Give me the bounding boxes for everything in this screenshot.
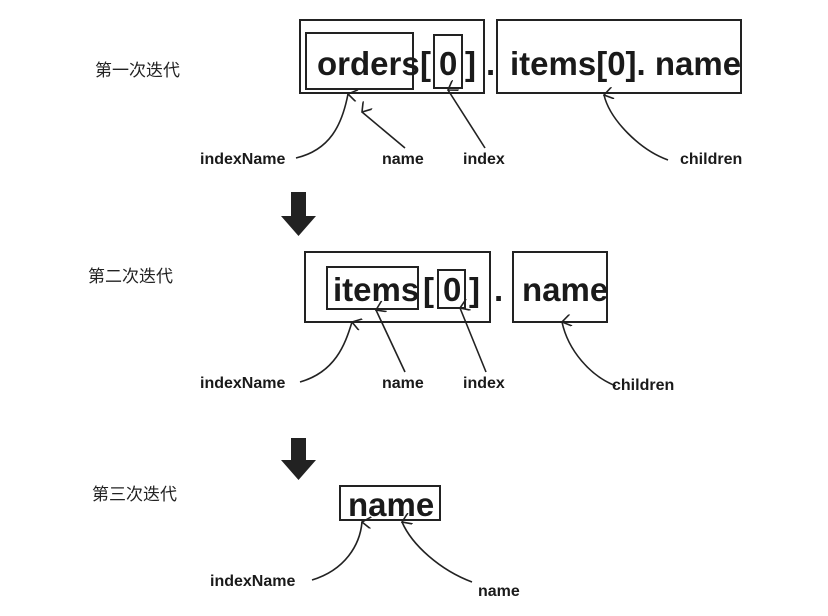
expr-dot: .: [486, 45, 495, 82]
label-children: children: [612, 377, 674, 394]
index-arrow: [460, 308, 487, 373]
expr-open-bracket: [: [423, 271, 434, 308]
iteration-title: 第二次迭代: [88, 267, 173, 287]
label-indexname: indexName: [200, 151, 285, 168]
indexname-arrow: [295, 94, 348, 159]
expr-index: 0: [439, 45, 457, 82]
expr-close-bracket: ]: [465, 45, 476, 82]
down-arrow-icon: [281, 438, 316, 480]
children-arrow: [562, 322, 617, 387]
iteration-2: 第二次迭代 items [ 0 ] . name indexName name …: [88, 251, 674, 394]
iteration-1: 第一次迭代 orders [ 0 ] . items[0]. name inde…: [95, 19, 742, 168]
label-name: name: [382, 151, 424, 168]
label-index: index: [463, 375, 505, 392]
expr-dot: .: [494, 271, 503, 308]
property-tokenizer-diagram: 第一次迭代 orders [ 0 ] . items[0]. name inde…: [88, 19, 742, 600]
indexname-arrow: [311, 522, 362, 581]
name-arrow: [402, 522, 473, 583]
expr-children: items[0]. name: [510, 45, 741, 82]
indexname-arrow: [299, 322, 352, 383]
expr-index: 0: [443, 271, 461, 308]
expr-children: name: [522, 271, 608, 308]
label-indexname: indexName: [210, 573, 295, 590]
label-name: name: [478, 583, 520, 600]
label-children: children: [680, 151, 742, 168]
index-arrow: [448, 90, 486, 149]
label-name: name: [382, 375, 424, 392]
expr-close-bracket: ]: [469, 271, 480, 308]
name-arrow: [362, 112, 406, 149]
label-indexname: indexName: [200, 375, 285, 392]
expr-open-bracket: [: [420, 45, 431, 82]
children-arrow: [604, 95, 669, 161]
expr-name: name: [348, 486, 434, 523]
iteration-title: 第一次迭代: [95, 61, 180, 81]
expr-name: items: [333, 271, 419, 308]
expr-name: orders: [317, 45, 420, 82]
iteration-title: 第三次迭代: [92, 485, 177, 505]
iteration-3: 第三次迭代 name indexName name: [92, 485, 520, 600]
name-arrow: [376, 310, 406, 373]
down-arrow-icon: [281, 192, 316, 236]
label-index: index: [463, 151, 505, 168]
